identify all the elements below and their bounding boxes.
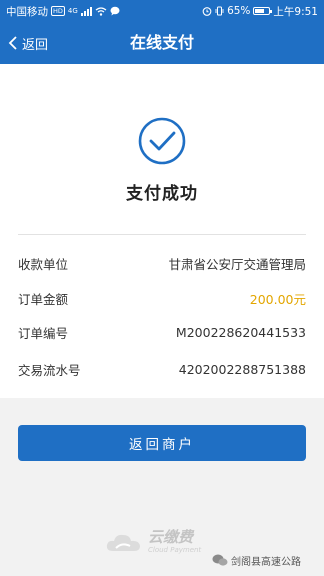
brand-logo: 云缴费 Cloud Payment <box>104 524 201 560</box>
status-bar: 中国移动 HD 4G 65% 上午9:51 <box>0 0 324 22</box>
cloud-icon <box>106 534 140 551</box>
battery-percent: 65% <box>227 5 251 17</box>
brand-subtitle: Cloud Payment <box>148 546 202 554</box>
detail-value: 4202002288751388 <box>178 361 306 377</box>
return-to-merchant-button[interactable]: 返回商户 <box>18 425 306 461</box>
payment-result-card: 支付成功 收款单位 甘肃省公安厅交通管理局 订单金额 200.00元 订单编号 … <box>0 64 324 398</box>
detail-label: 订单编号 <box>18 325 69 341</box>
watermark: 剑阁县高速公路 <box>212 550 301 570</box>
detail-value: M200228620441533 <box>175 324 306 340</box>
message-icon <box>110 6 120 16</box>
status-bar-right: 65% 上午9:51 <box>202 4 318 19</box>
hd-badge: HD <box>51 6 65 16</box>
signal-icon <box>80 6 92 16</box>
status-bar-left: 中国移动 HD 4G <box>6 4 120 19</box>
detail-label: 交易流水号 <box>18 362 81 378</box>
detail-row-transaction-id: 交易流水号 4202002288751388 <box>18 359 306 379</box>
vibrate-icon <box>215 6 224 16</box>
nav-bar: 返回 在线支付 <box>0 22 324 64</box>
carrier-name: 中国移动 <box>6 5 48 18</box>
clock-time: 上午9:51 <box>273 5 318 18</box>
wechat-icon <box>212 554 228 566</box>
battery-icon <box>253 7 273 15</box>
detail-row-order-number: 订单编号 M200228620441533 <box>18 322 306 342</box>
wifi-icon <box>95 6 107 16</box>
alarm-icon <box>202 7 212 16</box>
watermark-text: 剑阁县高速公路 <box>231 556 301 568</box>
check-circle-icon <box>138 117 186 165</box>
amount-value: 200.00元 <box>249 291 306 307</box>
page-title: 在线支付 <box>129 33 194 52</box>
brand-name: 云缴费 <box>148 528 194 546</box>
detail-row-payee: 收款单位 甘肃省公安厅交通管理局 <box>18 253 306 273</box>
success-title: 支付成功 <box>126 184 198 204</box>
detail-row-amount: 订单金额 200.00元 <box>18 288 306 308</box>
detail-label: 订单金额 <box>18 291 69 307</box>
detail-label: 收款单位 <box>18 256 69 272</box>
detail-value: 甘肃省公安厅交通管理局 <box>168 256 306 272</box>
divider <box>18 234 306 235</box>
network-type: 4G <box>67 7 78 15</box>
brand-text: 云缴费 Cloud Payment <box>148 530 201 554</box>
